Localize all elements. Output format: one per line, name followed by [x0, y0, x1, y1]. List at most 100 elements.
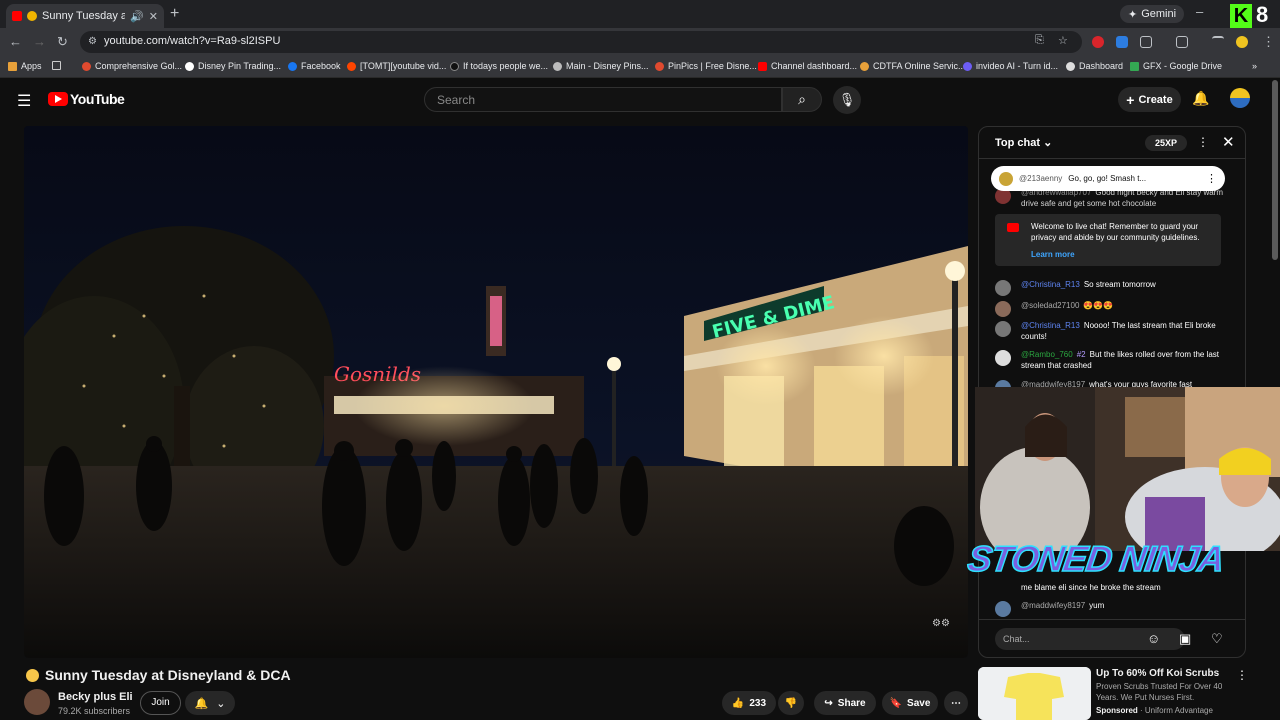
bookmark-label: [TOMT][youtube vid...: [360, 61, 447, 71]
close-chat-icon[interactable]: ✕: [1222, 133, 1235, 151]
bookmark-grid[interactable]: [52, 61, 61, 70]
like-button[interactable]: 👍 233: [722, 691, 776, 715]
chat-username[interactable]: @Christina_R13: [1021, 280, 1080, 289]
account-avatar[interactable]: [1230, 88, 1250, 108]
gemini-button[interactable]: ✦ Gemini: [1120, 5, 1185, 23]
emoji-favicon-icon: [27, 11, 37, 21]
search-input[interactable]: [437, 93, 767, 107]
chat-more-icon[interactable]: ⋮: [1197, 135, 1209, 149]
channel-avatar[interactable]: [24, 689, 50, 715]
save-button[interactable]: 🔖 Save: [882, 691, 938, 715]
install-icon[interactable]: ⎘: [1035, 34, 1044, 47]
new-tab-icon[interactable]: +: [170, 5, 179, 23]
search-field[interactable]: [424, 87, 782, 112]
bookmark-label: GFX - Google Drive: [1143, 61, 1223, 71]
more-bookmarks-icon[interactable]: »: [1252, 61, 1257, 71]
thumbs-down-icon: 👎: [784, 697, 798, 709]
share-button[interactable]: ↪ Share: [814, 691, 876, 715]
bookmark-label: Comprehensive Gol...: [95, 61, 183, 71]
bookmark-item[interactable]: Channel dashboard...: [758, 61, 857, 71]
reading-list-icon[interactable]: [1212, 36, 1224, 44]
forward-icon[interactable]: →: [33, 34, 46, 49]
youtube-logo-text[interactable]: YouTube: [70, 91, 125, 107]
chat-username[interactable]: @soledad27100: [1021, 301, 1079, 310]
site-info-icon[interactable]: ⚙: [88, 36, 97, 47]
chat-username[interactable]: @Christina_R13: [1021, 321, 1080, 330]
learn-more-link[interactable]: Learn more: [1031, 250, 1075, 259]
tab-search-icon[interactable]: [1176, 36, 1188, 48]
speaker-icon[interactable]: 🔊: [130, 10, 144, 23]
ad-title[interactable]: Up To 60% Off Koi Scrubs: [1096, 668, 1219, 679]
page-scrollbar[interactable]: [1272, 80, 1278, 260]
extensions-puzzle-icon[interactable]: [1140, 36, 1152, 48]
heart-icon[interactable]: ♡: [1211, 631, 1223, 647]
subscription-bell-button[interactable]: 🔔 ⌄: [185, 691, 235, 715]
kick-icon[interactable]: K: [1230, 4, 1252, 28]
bookmark-item[interactable]: Main - Disney Pins...: [553, 61, 649, 71]
youtube-icon: [758, 61, 767, 71]
bookmark-star-icon[interactable]: ☆: [1058, 34, 1068, 47]
bookmark-item[interactable]: If todays people we...: [450, 61, 548, 71]
emoji-picker-icon[interactable]: ☺: [1147, 631, 1160, 646]
browser-tab[interactable]: Sunny Tuesday at Disne 🔊 ✕: [6, 4, 164, 28]
reload-icon[interactable]: ↻: [57, 34, 68, 50]
more-actions-button[interactable]: ⋯: [944, 691, 968, 715]
xp-badge[interactable]: 25XP: [1145, 135, 1187, 151]
top-chat-dropdown[interactable]: Top chat ⌄: [995, 136, 1052, 149]
user-avatar: [995, 350, 1011, 366]
bookmark-apps[interactable]: Apps: [8, 61, 42, 71]
bookmark-item[interactable]: [TOMT][youtube vid...: [347, 61, 446, 71]
bookmark-item[interactable]: Dashboard: [1066, 61, 1123, 71]
bookmark-item[interactable]: Comprehensive Gol...: [82, 61, 182, 71]
notifications-bell-icon[interactable]: 🔔: [1192, 90, 1209, 107]
minimize-icon[interactable]: –: [1196, 4, 1203, 19]
join-button[interactable]: Join: [140, 691, 181, 715]
menu-dots-icon[interactable]: ⋮: [1262, 34, 1275, 50]
chevron-down-icon: ⌄: [1043, 137, 1053, 149]
pinned-message[interactable]: @213aenny Go, go, go! Smash t... ⋮: [991, 166, 1225, 191]
voice-search-button[interactable]: 🎙: [833, 86, 861, 114]
bookmark-item[interactable]: invideo AI - Turn id...: [963, 61, 1058, 71]
create-button[interactable]: + Create: [1118, 87, 1181, 112]
bookmark-label: Apps: [21, 61, 42, 71]
chat-message: @Christina_R13 So stream tomorrow: [995, 279, 1227, 296]
google-drive-icon: [1130, 61, 1139, 71]
bookmark-label: Channel dashboard...: [771, 61, 858, 71]
channel-name[interactable]: Becky plus Eli: [58, 691, 133, 703]
bookmark-label: PinPics | Free Disne...: [668, 61, 757, 71]
chat-username[interactable]: @Rambo_760: [1021, 350, 1073, 359]
like-count: 233: [749, 697, 767, 709]
bookmark-item[interactable]: PinPics | Free Disne...: [655, 61, 757, 71]
extension-icon[interactable]: [1116, 36, 1128, 48]
url-field[interactable]: ⚙ youtube.com/watch?v=Ra9-sl2ISPU ⎘ ☆: [80, 31, 1082, 53]
bookmark-item[interactable]: Disney Pin Trading...: [185, 61, 281, 71]
youtube-favicon-icon: [12, 11, 22, 21]
ad-thumbnail[interactable]: [978, 667, 1091, 720]
ad-more-icon[interactable]: ⋮: [1236, 668, 1248, 682]
hamburger-menu-icon[interactable]: ☰: [17, 91, 31, 111]
channel-watermark-icon[interactable]: ⚙⚙: [932, 618, 962, 636]
bookmarks-bar: Apps Comprehensive Gol... Disney Pin Tra…: [0, 56, 1280, 78]
youtube-logo-icon[interactable]: [48, 92, 68, 106]
super-chat-icon[interactable]: ▣: [1179, 631, 1191, 647]
webcam-frame: [975, 387, 1280, 551]
extension-icon[interactable]: [1092, 36, 1104, 48]
search-button[interactable]: ⌕: [782, 87, 822, 112]
pinned-text: Go, go, go! Smash t...: [1068, 174, 1147, 183]
bookmark-item[interactable]: GFX - Google Drive: [1130, 61, 1222, 71]
youtube-header: ☰ YouTube ⌕ 🎙 +Create 🔔: [0, 78, 1280, 122]
pinned-more-icon[interactable]: ⋮: [1206, 172, 1217, 185]
bookmark-item[interactable]: Facebook: [288, 61, 341, 71]
dislike-button[interactable]: 👎: [778, 691, 804, 715]
apps-grid-icon: [8, 61, 17, 71]
user-avatar: [999, 171, 1013, 186]
video-player[interactable]: Gosnilds FIVE & DIME ⚙⚙: [24, 126, 968, 658]
video-frame: Gosnilds FIVE & DIME: [24, 126, 968, 658]
profile-icon[interactable]: [1236, 36, 1248, 48]
back-icon[interactable]: ←: [9, 34, 22, 49]
chevron-down-icon: ⌄: [216, 697, 226, 710]
chat-username[interactable]: @maddwifey8197: [1021, 601, 1085, 610]
close-tab-icon[interactable]: ✕: [149, 10, 158, 23]
bookmark-item[interactable]: CDTFA Online Servic...: [860, 61, 966, 71]
microphone-icon: 🎙: [838, 92, 856, 107]
